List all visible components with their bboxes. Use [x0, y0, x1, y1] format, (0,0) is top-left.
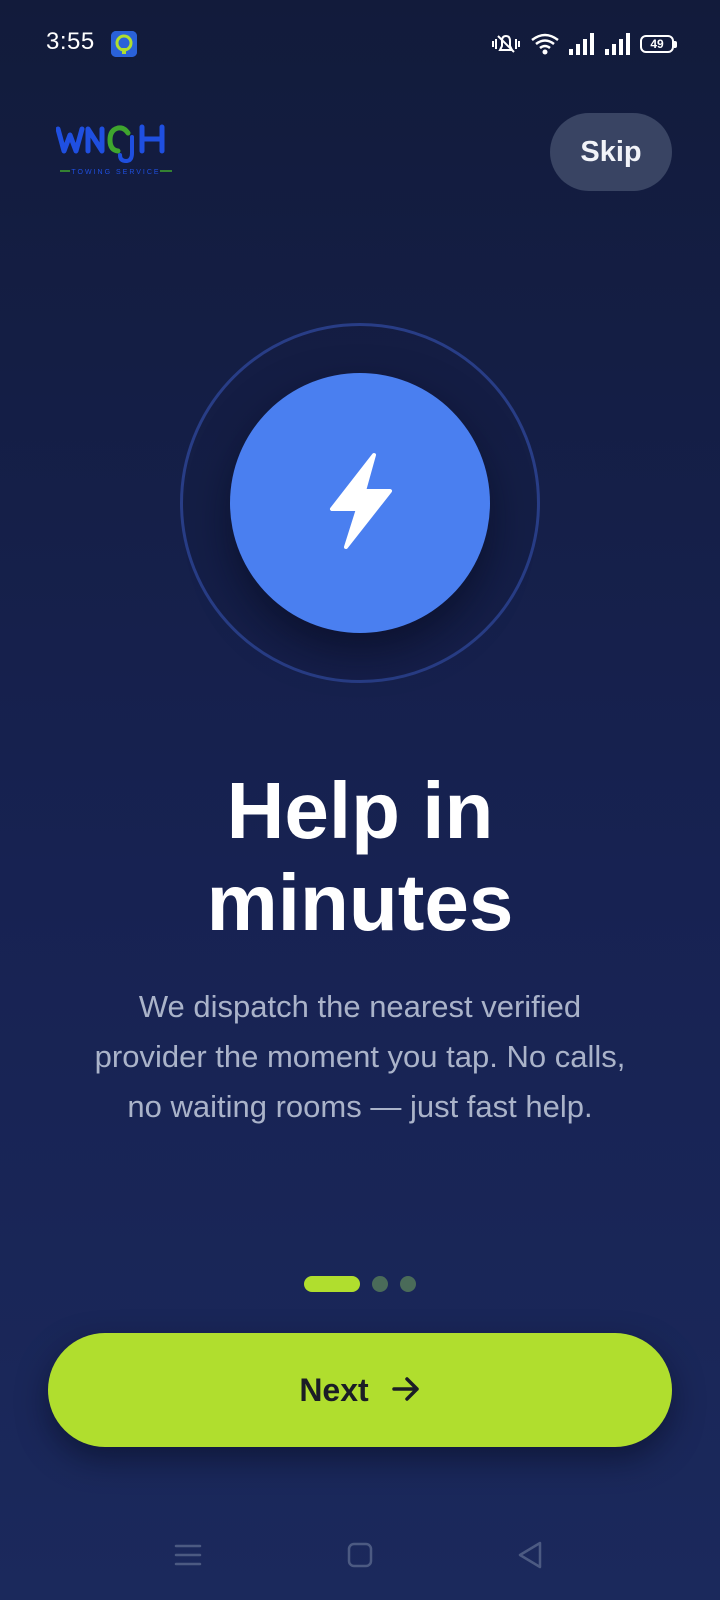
back-triangle-icon[interactable] [490, 1520, 570, 1590]
wifi-icon [530, 32, 560, 56]
mute-icon [490, 32, 522, 56]
next-button[interactable]: Next [48, 1333, 672, 1447]
hero-circle [230, 373, 490, 633]
title-line-1: Help in [226, 766, 494, 855]
page-description: We dispatch the nearest verified provide… [94, 989, 626, 1124]
next-label: Next [299, 1371, 369, 1408]
status-bar: 3:55 49 [0, 0, 720, 90]
page-dot[interactable] [400, 1276, 416, 1292]
status-time: 3:55 [46, 28, 95, 55]
status-icons: 49 [490, 30, 677, 58]
signal-icon [568, 33, 596, 55]
title-line-2: minutes [206, 858, 514, 947]
page-dot[interactable] [372, 1276, 388, 1292]
system-nav-bar [0, 1520, 720, 1590]
brand-logo: TOWING SERVICE [55, 123, 186, 179]
battery-icon: 49 [640, 35, 677, 53]
page-dot-active[interactable] [304, 1276, 360, 1292]
skip-button[interactable]: Skip [550, 113, 672, 191]
logo-tagline: TOWING SERVICE [71, 169, 160, 176]
signal-icon [604, 33, 632, 55]
page-title: Help in minutes [0, 765, 720, 949]
home-square-icon[interactable] [320, 1520, 400, 1590]
app-icon [111, 31, 137, 57]
menu-icon[interactable] [148, 1520, 228, 1590]
lightning-bolt-icon [320, 451, 400, 556]
arrow-right-icon [391, 1375, 421, 1406]
page-indicator [0, 1275, 720, 1293]
